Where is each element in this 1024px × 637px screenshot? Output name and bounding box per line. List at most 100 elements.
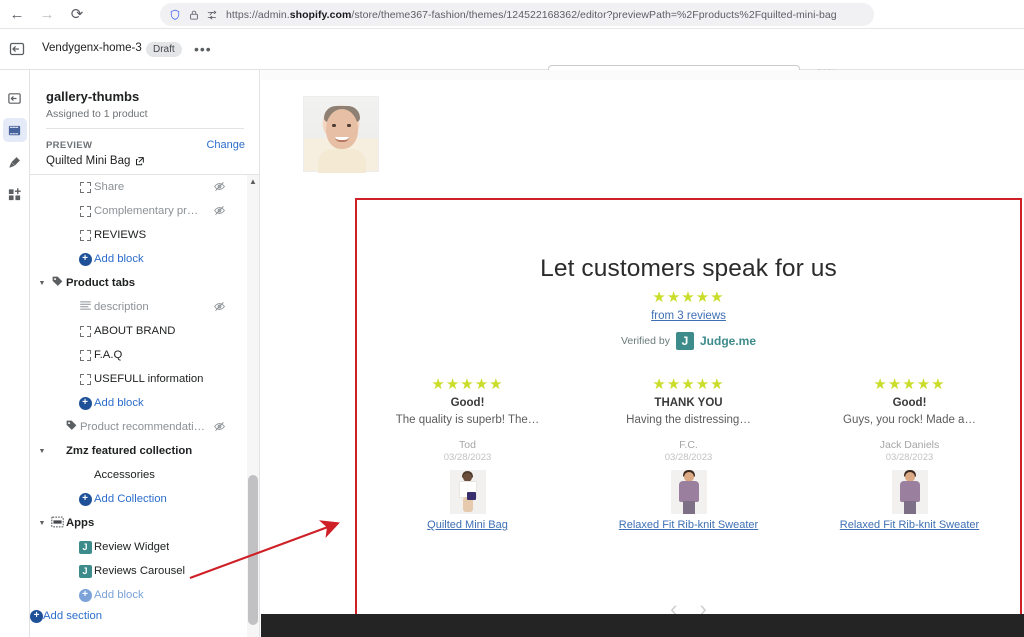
plus-circle-icon: + [78, 396, 92, 410]
browser-chrome: ← → ⟳ https://admin.shopify.com/store/th… [0, 0, 1024, 29]
exit-editor-icon[interactable] [6, 38, 28, 60]
theme-settings-brush-icon[interactable] [3, 150, 27, 174]
tree-item-label: Accessories [94, 469, 155, 481]
tree-item-add-collection[interactable]: + Add Collection [30, 487, 248, 511]
sections-icon[interactable] [2, 118, 27, 142]
sidebar-scrollbar[interactable]: ▲ [247, 175, 259, 637]
reload-icon[interactable]: ⟳ [64, 1, 90, 27]
avatar [303, 96, 379, 173]
back-arrow-icon[interactable]: ← [4, 1, 30, 27]
review-product-link[interactable]: Relaxed Fit Rib-knit Sweater [811, 519, 1008, 531]
review-date: 03/28/2023 [664, 452, 713, 463]
tree-item-reviews[interactable]: REVIEWS [30, 223, 248, 247]
review-title: THANK YOU [654, 397, 723, 409]
scroll-up-arrow-icon[interactable]: ▲ [247, 175, 259, 188]
tree-item-product-recommendati[interactable]: Product recommendati… [30, 415, 248, 439]
tree-item-add-block[interactable]: + Add block [30, 391, 248, 415]
tree-item-label: Share [94, 181, 125, 193]
tree-item-icon [48, 275, 66, 291]
tree-item-label: Reviews Carousel [94, 565, 186, 577]
review-product-thumbnail[interactable] [670, 470, 707, 514]
judgeme-brand-name: Judge.me [700, 334, 757, 348]
section-tag-icon [51, 275, 64, 291]
tree-item-accessories[interactable]: Accessories [30, 463, 248, 487]
block-bracket-icon [79, 229, 91, 241]
preview-page-name: Quilted Mini Bag [46, 155, 131, 167]
url-prefix: https://admin. [226, 8, 290, 21]
tree-item-label: Complementary pr… [94, 205, 199, 217]
review-card: ★★★★★ Good! Guys, you rock! Made a… Jack Da… [799, 375, 1020, 531]
hidden-eye-icon[interactable] [213, 180, 226, 193]
tree-item-product-tabs[interactable]: ▼ Product tabs [30, 271, 248, 295]
reviews-count-link[interactable]: from 3 reviews [357, 310, 1020, 322]
review-card: ★★★★★ THANK YOU Having the distressing… F.C… [578, 375, 799, 531]
star-icon: ★ [916, 376, 932, 393]
review-product-link[interactable]: Quilted Mini Bag [369, 519, 566, 531]
tree-item-icon [76, 373, 94, 385]
forward-arrow-icon[interactable]: → [34, 1, 60, 27]
review-product-link[interactable]: Relaxed Fit Rib-knit Sweater [590, 519, 787, 531]
review-product-thumbnail[interactable] [891, 470, 928, 514]
translate-icon[interactable] [207, 9, 219, 21]
hidden-eye-icon[interactable] [213, 204, 226, 217]
tree-item-f-a-q[interactable]: F.A.Q [30, 343, 248, 367]
tree-item-review-widget[interactable]: J Review Widget [30, 535, 248, 559]
exit-store-icon[interactable] [3, 86, 27, 110]
star-icon: ★ [681, 376, 696, 393]
header-star-rating: ★★★★★ [357, 288, 1020, 307]
tree-item-label: Review Widget [94, 541, 170, 553]
apps-blocks-icon[interactable] [3, 182, 27, 206]
theme-preview-canvas: Let customers speak for us ★★★★★ from 3 … [261, 70, 1024, 637]
url-domain: shopify.com [289, 8, 352, 21]
change-preview-link[interactable]: Change [206, 139, 245, 151]
tree-item-label: description [94, 301, 149, 313]
review-product-thumbnail[interactable] [449, 470, 486, 514]
page-subtitle: Assigned to 1 product [46, 108, 148, 120]
block-bracket-icon [79, 325, 91, 337]
tree-item-reviews-carousel[interactable]: J Reviews Carousel [30, 559, 248, 583]
star-icon: ★ [474, 376, 490, 393]
url-text: https://admin.shopify.com/store/theme367… [226, 9, 837, 21]
theme-name[interactable]: Vendygenx-home-3 [42, 42, 142, 54]
star-icon: ★ [666, 376, 682, 393]
more-actions-button[interactable]: ••• [194, 41, 212, 57]
hidden-eye-icon[interactable] [213, 300, 226, 313]
preview-page-row[interactable]: Quilted Mini Bag [46, 155, 145, 167]
tree-item-label: Product tabs [66, 277, 136, 289]
chevron-down-icon[interactable]: ▼ [36, 448, 48, 455]
review-cards-row: ★★★★★ Good! The quality is superb! The… Tod… [357, 375, 1020, 531]
review-star-rating: ★★★★★ [369, 375, 566, 393]
apps-grid-icon [50, 516, 64, 531]
chevron-down-icon[interactable]: ▼ [36, 520, 48, 527]
review-body: Guys, you rock! Made a… [843, 414, 976, 426]
reviews-carousel-section[interactable]: Let customers speak for us ★★★★★ from 3 … [355, 198, 1022, 637]
tree-item-zmz-featured-collection[interactable]: ▼ Zmz featured collection [30, 439, 248, 463]
tree-item-icon: + [76, 492, 94, 506]
scrollbar-thumb[interactable] [248, 475, 258, 625]
review-title: Good! [450, 397, 485, 409]
chevron-down-icon[interactable]: ▼ [36, 280, 48, 287]
shield-icon [170, 9, 180, 20]
tree-item-icon [62, 419, 80, 435]
avatar-eye-right [347, 124, 351, 127]
add-section-button[interactable]: + Add section [30, 604, 248, 628]
star-icon: ★ [710, 289, 725, 306]
tree-item-label: ABOUT BRAND [94, 325, 176, 337]
tree-item-apps[interactable]: ▼ Apps [30, 511, 248, 535]
address-bar[interactable]: https://admin.shopify.com/store/theme367… [160, 3, 874, 26]
avatar-head [326, 109, 358, 149]
tree-item-add-block[interactable]: + Add block [30, 247, 248, 271]
judgeme-app-icon: J [78, 540, 92, 554]
verified-by-row: Verified by J Judge.me [357, 332, 1020, 350]
tree-item-description[interactable]: description [30, 295, 248, 319]
tree-item-usefull-information[interactable]: USEFULL information [30, 367, 248, 391]
star-icon: ★ [652, 289, 667, 306]
tree-item-icon: J [76, 540, 94, 554]
external-link-icon [136, 157, 145, 166]
hidden-eye-icon[interactable] [213, 420, 226, 433]
tree-item-share[interactable]: Share [30, 175, 248, 199]
section-tree: Share Complementary pr… REVIEWS + Add block ▼… [30, 175, 248, 637]
tree-item-complementary-pr[interactable]: Complementary pr… [30, 199, 248, 223]
tree-item-about-brand[interactable]: ABOUT BRAND [30, 319, 248, 343]
url-path: /store/theme367-fashion/themes/124522168… [351, 8, 837, 21]
